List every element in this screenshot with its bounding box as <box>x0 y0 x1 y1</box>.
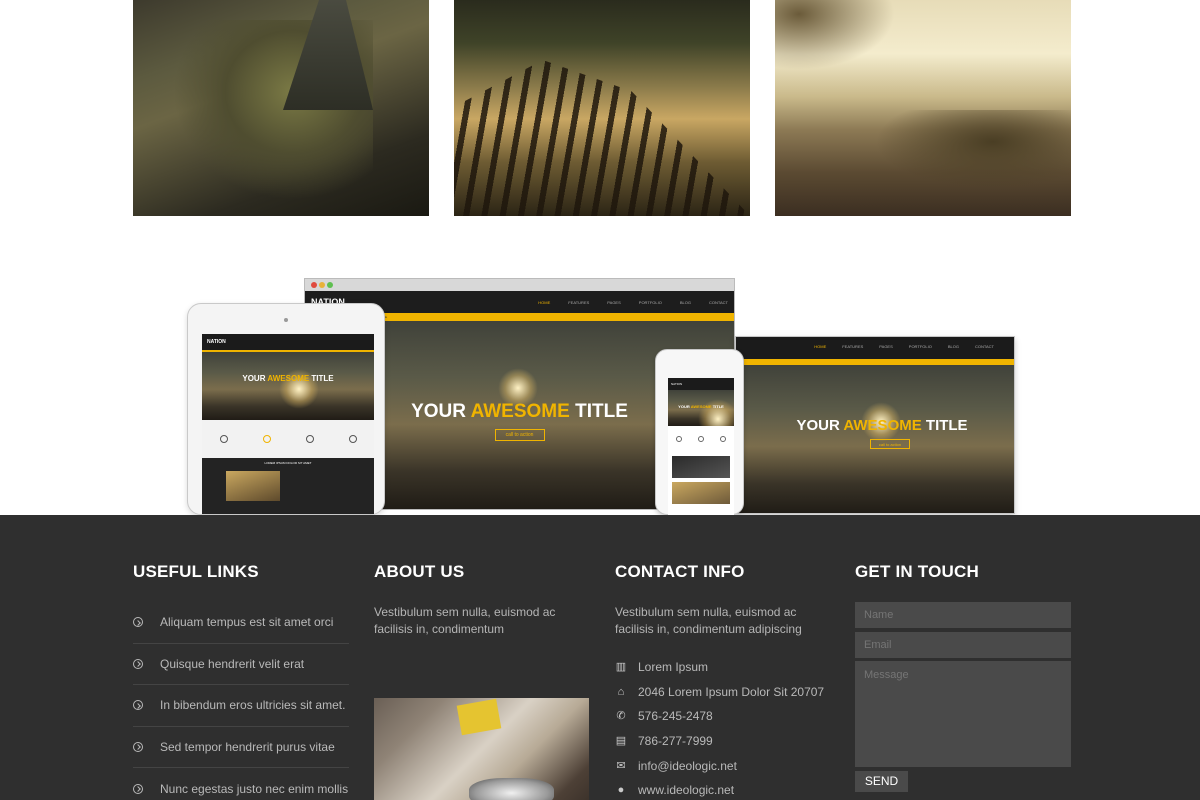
useful-link[interactable]: In bibendum eros ultricies sit amet. <box>133 685 349 727</box>
useful-links-list: Aliquam tempus est sit amet orci Quisque… <box>133 602 349 800</box>
contact-item: ✆ 576-245-2478 <box>616 709 713 724</box>
useful-link[interactable]: Sed tempor hendrerit purus vitae <box>133 727 349 768</box>
phone-icon: ✆ <box>616 710 626 723</box>
contact-column: CONTACT INFO Vestibulum sem nulla, euism… <box>615 562 831 800</box>
contact-text: Vestibulum sem nulla, euismod ac facilis… <box>615 605 802 636</box>
laptop-nav: HOME FEATURES PAGES PORTFOLIO BLOG CONTA… <box>814 344 994 359</box>
minimize-dot-icon <box>319 282 325 288</box>
get-in-touch-column: GET IN TOUCH SEND <box>855 562 1071 792</box>
tablet-brand: NATION <box>202 334 374 350</box>
phone-features <box>668 426 734 452</box>
laptop-nav-item: CONTACT <box>974 344 994 349</box>
tablet-section-title: LOREM IPSUM DOLOR SIT AMET <box>264 461 312 465</box>
feature-icon <box>676 436 682 442</box>
feature-icon <box>348 435 357 443</box>
laptop-cta: call to action <box>870 439 910 449</box>
laptop-hero-title: YOUR AWESOME TITLE <box>796 417 968 434</box>
mockup-nav-item: HOME <box>538 299 551 305</box>
office-desk-photo <box>374 698 589 800</box>
contact-item: ▥ Lorem Ipsum <box>615 660 709 675</box>
contact-form: SEND <box>855 602 1071 792</box>
laptop-mockup: HOME FEATURES PAGES PORTFOLIO BLOG CONTA… <box>735 336 1015 514</box>
name-field[interactable] <box>855 602 1071 628</box>
laptop-nav-item: HOME <box>814 344 827 349</box>
feature-icon <box>262 435 271 443</box>
laptop-navbar: HOME FEATURES PAGES PORTFOLIO BLOG CONTA… <box>736 337 1014 359</box>
contact-item: ⌂ 2046 Lorem Ipsum Dolor Sit 20707 <box>615 680 831 705</box>
mockup-nav-item: PORTFOLIO <box>638 299 662 305</box>
contact-heading: CONTACT INFO <box>615 562 745 581</box>
message-field[interactable] <box>855 661 1071 767</box>
mockup-nav-item: PAGES <box>607 299 621 305</box>
feature-icon <box>219 435 228 443</box>
chevron-circle-icon <box>133 783 143 794</box>
send-button[interactable]: SEND <box>855 770 908 792</box>
mockup-nav-item: FEATURES <box>568 299 590 305</box>
laptop-hero: YOUR AWESOME TITLE call to action <box>736 365 1014 513</box>
chevron-circle-icon <box>133 658 143 669</box>
feature-icon <box>720 436 726 442</box>
sunset-shore-photo[interactable] <box>775 0 1071 216</box>
tablet-hero-title: YOUR AWESOME TITLE <box>242 374 334 383</box>
laptop-nav-item: FEATURES <box>842 344 864 349</box>
useful-link[interactable]: Aliquam tempus est sit amet orci <box>133 602 349 644</box>
useful-links-column: USEFUL LINKS Aliquam tempus est sit amet… <box>133 562 349 800</box>
contact-item[interactable]: ✉ info@ideologic.net <box>615 753 831 778</box>
tablet-hero: YOUR AWESOME TITLE <box>202 350 374 420</box>
tablet-mockup: NATION YOUR AWESOME TITLE LOREM IPSUM DO… <box>187 303 385 515</box>
phone-hero-title: YOUR AWESOME TITLE <box>678 404 724 409</box>
laptop-nav-item: PAGES <box>879 344 893 349</box>
building-icon: ▥ <box>615 661 627 674</box>
phone-brand: NATION <box>668 378 734 390</box>
boardwalk-photo[interactable] <box>454 0 750 216</box>
page: NATION HOME FEATURES PAGES PORTFOLIO BLO… <box>0 0 1200 800</box>
mountain-ruins-photo[interactable] <box>133 0 429 216</box>
mockup-cta: call to action <box>494 429 545 441</box>
fax-icon: ▤ <box>615 735 627 748</box>
mockup-nav: HOME FEATURES PAGES PORTFOLIO BLOG CONTA… <box>538 300 728 305</box>
contact-item[interactable]: ● www.ideologic.net <box>615 778 831 800</box>
useful-links-heading: USEFUL LINKS <box>133 562 259 581</box>
phone-hero: YOUR AWESOME TITLE <box>668 390 734 426</box>
footer: USEFUL LINKS Aliquam tempus est sit amet… <box>0 515 1200 800</box>
useful-link[interactable]: Nunc egestas justo nec enim mollis <box>133 768 349 800</box>
mockup-nav-item: CONTACT <box>708 299 728 305</box>
feature-icon <box>698 436 704 442</box>
mockup-nav-item: BLOG <box>679 299 691 305</box>
phone-screen: NATION YOUR AWESOME TITLE <box>668 378 734 516</box>
globe-icon: ● <box>617 784 625 797</box>
phone-mockup: NATION YOUR AWESOME TITLE <box>655 349 744 516</box>
feature-icon <box>305 435 314 443</box>
about-text: Vestibulum sem nulla, euismod ac facilis… <box>374 605 556 636</box>
maximize-dot-icon <box>327 282 333 288</box>
home-icon: ⌂ <box>617 685 625 698</box>
tablet-camera <box>284 318 288 322</box>
tablet-screen: NATION YOUR AWESOME TITLE LOREM IPSUM DO… <box>202 334 374 514</box>
chevron-circle-icon <box>133 741 143 752</box>
phone-section-image <box>672 482 730 504</box>
phone-section-image <box>672 456 730 478</box>
mail-icon: ✉ <box>616 759 626 772</box>
email-field[interactable] <box>855 631 1071 658</box>
tablet-section-image <box>226 471 280 501</box>
contact-list: ▥ Lorem Ipsum ⌂ 2046 Lorem Ipsum Dolor Sit… <box>615 655 831 800</box>
useful-link[interactable]: Quisque hendrerit velit erat <box>133 644 349 685</box>
contact-item: ▤ 786-277-7999 <box>615 734 713 749</box>
chevron-circle-icon <box>133 700 143 711</box>
about-column: ABOUT US Vestibulum sem nulla, euismod a… <box>374 562 590 800</box>
tablet-features <box>202 420 374 458</box>
get-in-touch-heading: GET IN TOUCH <box>855 562 979 581</box>
about-heading: ABOUT US <box>374 562 465 581</box>
laptop-nav-item: PORTFOLIO <box>908 344 932 349</box>
laptop-nav-item: BLOG <box>947 344 959 349</box>
browser-bar <box>305 279 734 291</box>
chevron-circle-icon <box>133 617 143 628</box>
close-dot-icon <box>311 282 317 288</box>
